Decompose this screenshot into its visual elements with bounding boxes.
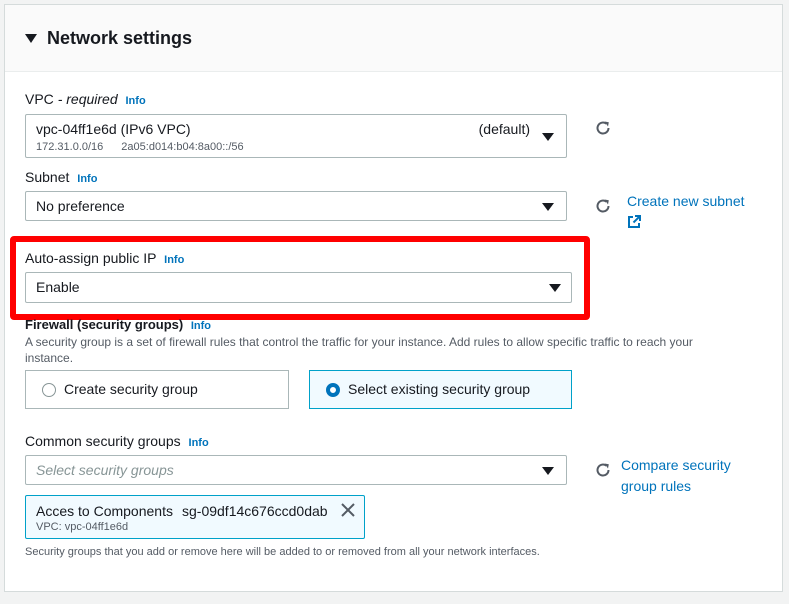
firewall-description-line1: A security group is a set of firewall ru…	[25, 335, 693, 349]
firewall-info-link[interactable]: Info	[191, 320, 211, 332]
auto-assign-ip-label: Auto-assign public IP	[25, 250, 157, 266]
subnet-select-value: No preference	[36, 198, 125, 214]
subnet-select[interactable]: No preference	[25, 191, 567, 221]
vpc-select-value: vpc-04ff1e6d (IPv6 VPC)	[36, 121, 191, 137]
token-vpc: VPC: vpc-04ff1e6d	[36, 521, 129, 533]
chevron-down-icon	[542, 133, 554, 141]
firewall-label: Firewall (security groups)	[25, 317, 184, 332]
chevron-down-icon	[542, 467, 554, 475]
vpc-label: VPC	[25, 91, 54, 107]
collapse-caret-icon[interactable]	[25, 34, 37, 43]
auto-assign-ip-info-link[interactable]: Info	[164, 254, 184, 266]
close-icon[interactable]	[340, 502, 356, 518]
external-link-icon	[628, 215, 641, 228]
subnet-label: Subnet	[25, 169, 70, 185]
vpc-default-tag: (default)	[478, 121, 530, 137]
compare-link-line1: Compare security	[621, 457, 731, 473]
vpc-select[interactable]: vpc-04ff1e6d (IPv6 VPC) (default) 172.31…	[25, 114, 567, 158]
vpc-label-row: VPC - required Info	[25, 91, 146, 107]
selected-security-group-token: Acces to Components sg-09df14c676ccd0dab…	[25, 495, 365, 539]
vpc-required-note: - required	[57, 91, 118, 107]
compare-link-line2: group rules	[621, 478, 692, 494]
refresh-subnet-icon[interactable]	[594, 197, 612, 215]
firewall-description: A security group is a set of firewall ru…	[25, 334, 745, 366]
section-title: Network settings	[47, 28, 193, 48]
vpc-ipv6-cidr: 2a05:d014:b04:8a00::/56	[121, 141, 244, 153]
subnet-label-row: Subnet Info	[25, 169, 97, 185]
firewall-description-line2: instance.	[25, 351, 74, 365]
auto-assign-ip-value: Enable	[36, 279, 80, 295]
vpc-ipv4-cidr: 172.31.0.0/16	[36, 141, 104, 153]
subnet-info-link[interactable]: Info	[77, 173, 97, 185]
radio-unselected-icon[interactable]	[42, 383, 56, 397]
create-new-subnet-label: Create new subnet	[627, 193, 745, 209]
chevron-down-icon	[549, 284, 561, 292]
refresh-security-groups-icon[interactable]	[594, 461, 612, 479]
refresh-vpc-icon[interactable]	[594, 119, 612, 137]
common-sg-info-link[interactable]: Info	[189, 437, 209, 449]
security-groups-select[interactable]: Select security groups	[25, 455, 567, 485]
create-security-group-option[interactable]: Create security group	[25, 370, 289, 409]
create-security-group-label: Create security group	[64, 381, 198, 397]
token-name: Acces to Components	[36, 503, 173, 519]
token-id: sg-09df14c676ccd0dab	[182, 503, 328, 519]
network-settings-header[interactable]: Network settings	[5, 5, 782, 72]
security-groups-footnote: Security groups that you add or remove h…	[25, 546, 540, 558]
create-new-subnet-link[interactable]: Create new subnet	[627, 191, 745, 229]
firewall-label-row: Firewall (security groups) Info	[25, 317, 211, 332]
vpc-info-link[interactable]: Info	[126, 95, 146, 107]
compare-security-group-rules-link[interactable]: Compare security group rules	[621, 455, 731, 497]
common-sg-label: Common security groups	[25, 433, 181, 449]
auto-assign-ip-label-row: Auto-assign public IP Info	[25, 250, 184, 266]
chevron-down-icon	[542, 203, 554, 211]
radio-selected-icon[interactable]	[326, 383, 340, 397]
auto-assign-ip-select[interactable]: Enable	[25, 272, 572, 303]
select-existing-security-group-label: Select existing security group	[348, 381, 531, 397]
security-groups-placeholder: Select security groups	[36, 462, 174, 478]
select-existing-security-group-option[interactable]: Select existing security group	[309, 370, 572, 409]
vpc-cidrs: 172.31.0.0/16 2a05:d014:b04:8a00::/56	[36, 141, 244, 153]
common-sg-label-row: Common security groups Info	[25, 433, 209, 449]
